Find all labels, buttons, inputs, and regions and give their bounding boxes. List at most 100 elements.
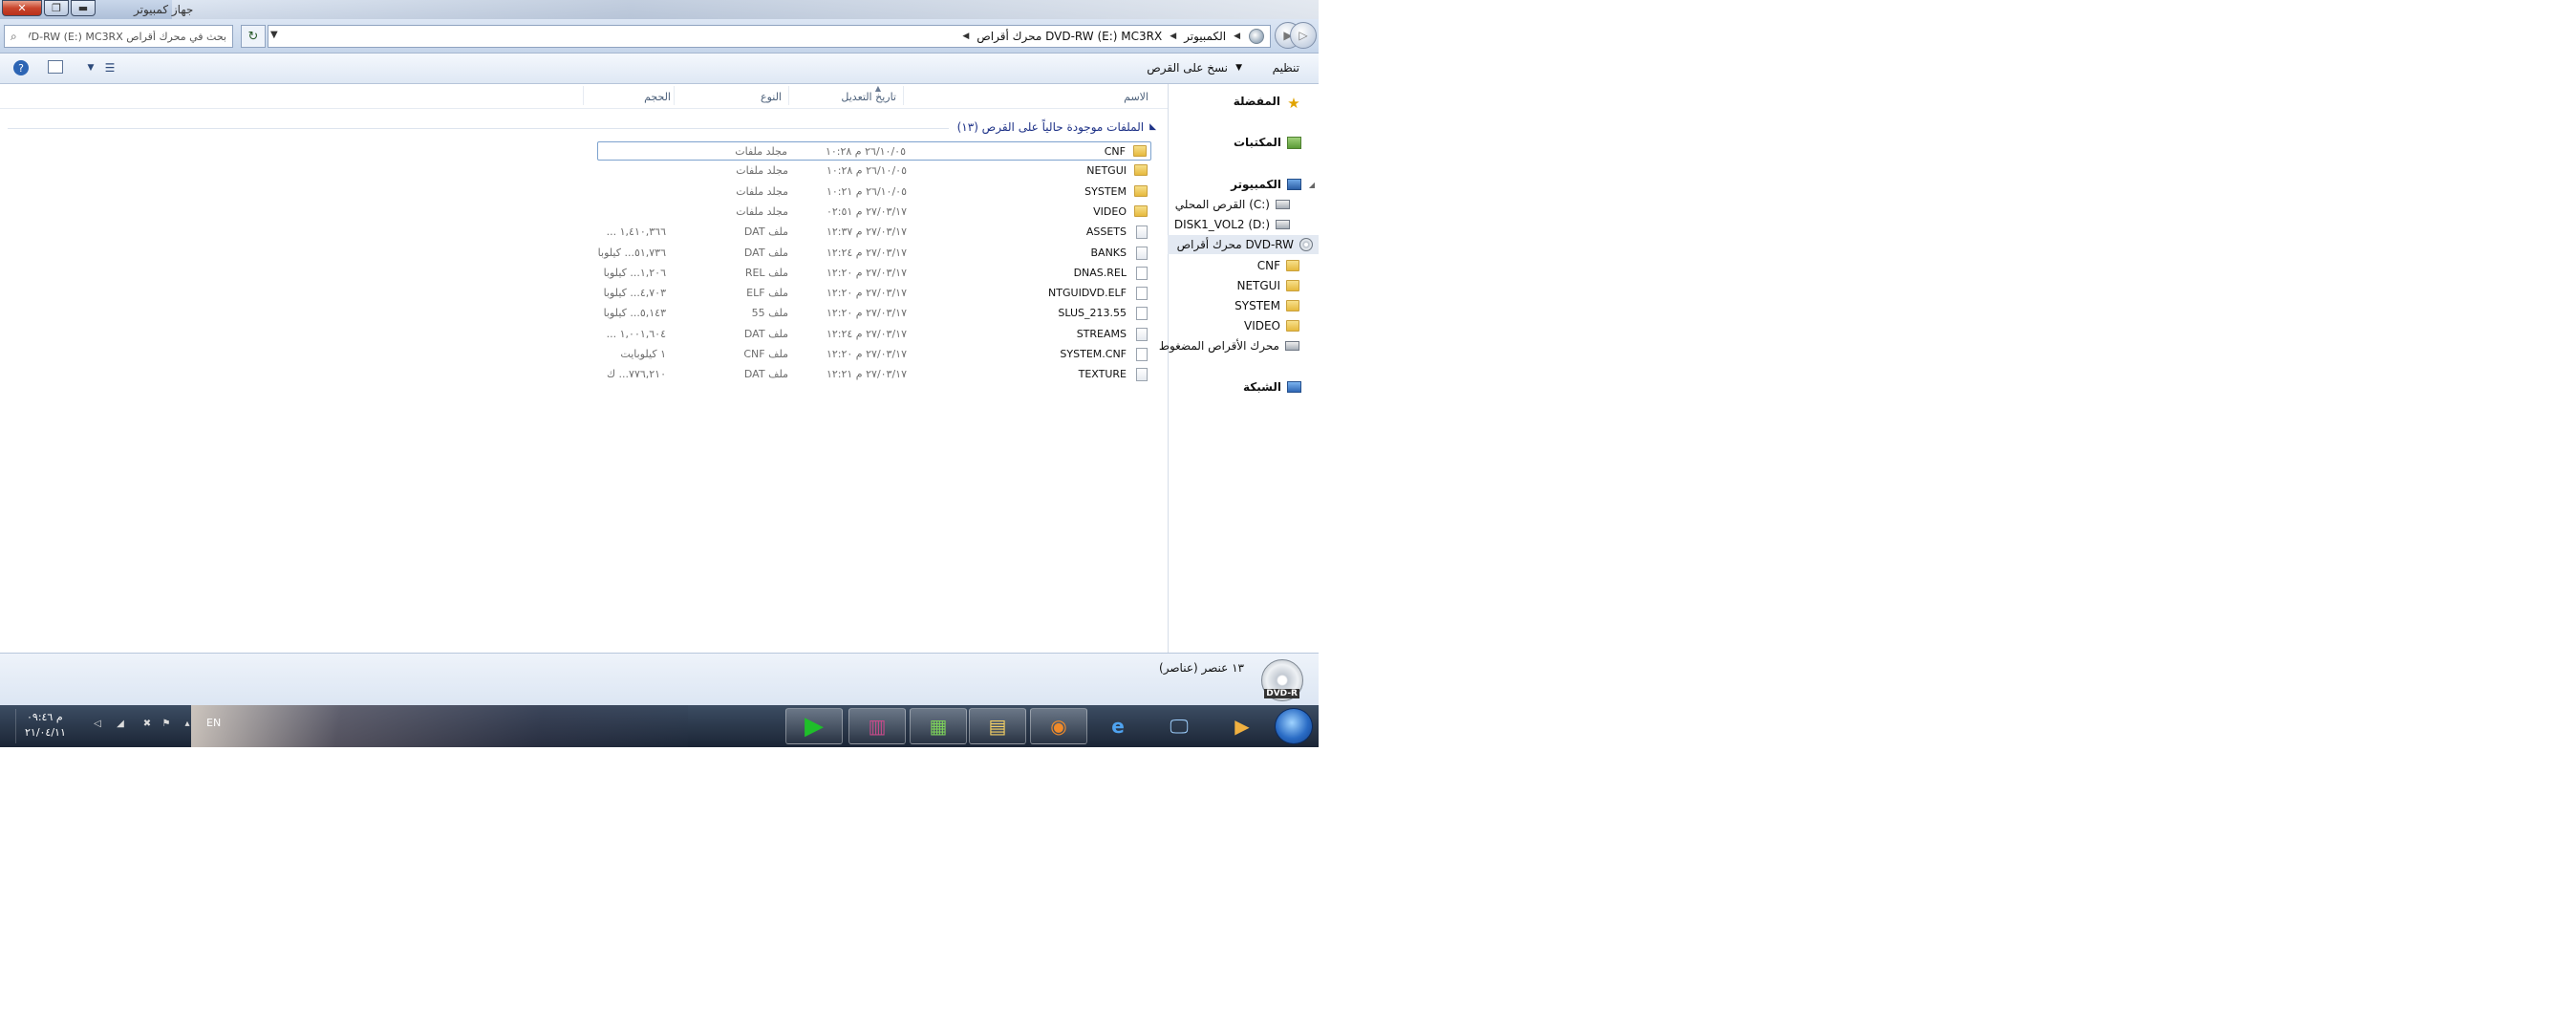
group-header[interactable]: الملفات موجودة حالياً على القرص (١٣) ◣ bbox=[957, 120, 1156, 134]
collapse-triangle-icon[interactable]: ◢ bbox=[1309, 181, 1315, 189]
nav-libraries[interactable]: المكتبات bbox=[1234, 133, 1319, 152]
nav-drive-c-label: القرص المحلي (C:) bbox=[1174, 198, 1270, 211]
column-divider[interactable] bbox=[674, 86, 675, 105]
address-bar[interactable]: ▼ ◀ محرك أقراص DVD-RW (E:) MC3RX ◀ الكمب… bbox=[268, 25, 1271, 48]
organize-button[interactable]: تنظيم bbox=[1273, 61, 1299, 75]
internet-explorer-taskbar-button[interactable]: e bbox=[1095, 708, 1141, 744]
back-button[interactable]: ▷ bbox=[1290, 22, 1317, 49]
file-row[interactable]: ASSETS ٢٧/٠٣/١٧ م ١٢:٣٧ ملف DAT ١,٤١٠,٣٦٦ .… bbox=[597, 223, 1151, 242]
network-status-icon[interactable]: ✖ bbox=[141, 719, 153, 730]
file-type: مجلد ملفات bbox=[736, 164, 788, 178]
nav-folder-label: SYSTEM bbox=[1234, 299, 1280, 312]
file-icon bbox=[1136, 348, 1148, 361]
dvd-drive-icon bbox=[1299, 238, 1313, 251]
nav-drive-c[interactable]: القرص المحلي (C:) bbox=[1175, 195, 1319, 214]
file-row[interactable]: TEXTURE ٢٧/٠٣/١٧ م ١٢:٢١ ملف DAT ٧٧٦,٢١٠...… bbox=[597, 365, 1151, 384]
breadcrumb-dvd-drive[interactable]: محرك أقراص DVD-RW (E:) MC3RX bbox=[977, 30, 1162, 43]
file-row[interactable]: BANKS ٢٧/٠٣/١٧ م ١٢:٢٤ ملف DAT ٥١,٧٣٦... كي… bbox=[597, 244, 1151, 263]
column-header-name[interactable]: الاسم bbox=[1124, 91, 1148, 103]
chevron-down-icon[interactable]: ▼ bbox=[1235, 63, 1242, 73]
action-center-icon[interactable]: ⚑ bbox=[161, 719, 172, 730]
file-row[interactable]: NETGUI ٢٦/١٠/٠٥ م ١٠:٢٨ مجلد ملفات bbox=[597, 161, 1151, 181]
start-button[interactable] bbox=[1275, 708, 1313, 744]
internet-explorer-icon: e bbox=[1111, 715, 1125, 738]
file-name: CNF bbox=[1104, 145, 1126, 158]
monitor-taskbar-button[interactable]: 🖵 bbox=[1156, 708, 1202, 744]
file-row[interactable]: SLUS_213.55 ٢٧/٠٣/١٧ م ١٢:٢٠ ملف 55 ٥,١٤٣..… bbox=[597, 304, 1151, 323]
media-player-taskbar-button[interactable]: ▶ bbox=[1219, 708, 1265, 744]
address-row: ⌕ بحث في محرك أقراص DVD-RW (E:) MC3RX ↻ … bbox=[0, 19, 1319, 54]
clock-time[interactable]: م ٠٩:٤٦ bbox=[27, 711, 63, 723]
command-bar: تنظيم ▼ نسخ على القرص ? ▼ ☰ bbox=[0, 54, 1319, 84]
file-size: ١,٠٠١,٦٠٤ ... bbox=[606, 327, 666, 340]
clock-date[interactable]: ٢١/٠٤/١١ bbox=[25, 726, 66, 739]
file-size: ١,٤١٠,٣٦٦ ... bbox=[606, 225, 666, 239]
close-icon: ✕ bbox=[17, 2, 27, 14]
file-row[interactable]: CNF ٢٦/١٠/٠٥ م ١٠:٢٨ مجلد ملفات bbox=[597, 141, 1151, 161]
folder-icon bbox=[1134, 184, 1148, 197]
play-taskbar-button[interactable]: ▶ bbox=[785, 708, 843, 744]
nav-compressed-drive[interactable]: محرك الأقراص المضغوط bbox=[1159, 336, 1319, 355]
file-row[interactable]: SYSTEM ٢٦/١٠/٠٥ م ١٠:٢١ مجلد ملفات bbox=[597, 182, 1151, 202]
file-type: ملف DAT bbox=[743, 246, 788, 259]
folder-icon bbox=[1286, 280, 1299, 291]
nav-folder-label: VIDEO bbox=[1243, 319, 1280, 333]
nav-network-label: الشبكة bbox=[1243, 380, 1281, 394]
minimize-button[interactable]: ▬ bbox=[71, 0, 96, 16]
file-row[interactable]: VIDEO ٢٧/٠٣/١٧ م ٠٢:٥١ مجلد ملفات bbox=[597, 203, 1151, 222]
nav-folder-label: CNF bbox=[1256, 259, 1280, 272]
preview-pane-icon[interactable] bbox=[48, 60, 63, 74]
search-input[interactable]: ⌕ بحث في محرك أقراص DVD-RW (E:) MC3RX bbox=[4, 25, 233, 48]
views-dropdown-icon[interactable]: ▼ bbox=[82, 60, 99, 75]
collapse-triangle-icon[interactable]: ◣ bbox=[1149, 122, 1156, 132]
views-icon[interactable]: ☰ bbox=[101, 60, 118, 75]
signal-icon[interactable]: ◢ bbox=[115, 719, 126, 730]
nav-folder-cnf[interactable]: CNF bbox=[1257, 256, 1319, 275]
nav-drive-d[interactable]: DISK1_VOL2 (D:) bbox=[1174, 215, 1319, 234]
folder-icon bbox=[1133, 145, 1147, 157]
file-row[interactable]: STREAMS ٢٧/٠٣/١٧ م ١٢:٢٤ ملف DAT ١,٠٠١,٦٠٤ … bbox=[597, 325, 1151, 344]
nav-computer[interactable]: الكمبيوتر ◢ bbox=[1231, 175, 1319, 194]
column-divider[interactable] bbox=[583, 86, 584, 105]
nav-favorites[interactable]: المفضلة ★ bbox=[1234, 92, 1319, 112]
volume-icon[interactable]: ◁ bbox=[92, 719, 103, 730]
column-divider[interactable] bbox=[903, 86, 904, 105]
winrar-taskbar-button[interactable]: ▥ bbox=[848, 708, 906, 744]
firefox-taskbar-button[interactable]: ◉ bbox=[1030, 708, 1087, 744]
chevron-left-icon[interactable]: ◀ bbox=[962, 32, 969, 41]
file-row[interactable]: DNAS.REL ٢٧/٠٣/١٧ م ١٢:٢٠ ملف REL ١,٢٠٦... … bbox=[597, 264, 1151, 283]
file-size: ٧٧٦,٢١٠... ك bbox=[606, 368, 666, 381]
file-row[interactable]: NTGUIDVD.ELF ٢٧/٠٣/١٧ م ١٢:٢٠ ملف ELF ٤,٧٠٣… bbox=[597, 284, 1151, 303]
nav-drive-e[interactable]: محرك أقراص DVD-RW bbox=[1168, 235, 1319, 254]
window-title: جهاز كمبيوتر bbox=[134, 3, 194, 16]
file-date: ٢٧/٠٣/١٧ م ١٢:٣٧ bbox=[826, 225, 907, 239]
nav-folder-system[interactable]: SYSTEM bbox=[1234, 296, 1319, 315]
file-type: ملف ELF bbox=[746, 287, 788, 300]
column-header-type[interactable]: النوع bbox=[761, 91, 782, 103]
chevron-left-icon[interactable]: ◀ bbox=[1170, 32, 1176, 41]
file-icon bbox=[1136, 287, 1148, 301]
breadcrumb-computer[interactable]: الكمبيوتر bbox=[1184, 30, 1226, 43]
nav-folder-netgui[interactable]: NETGUI bbox=[1236, 276, 1319, 295]
column-divider[interactable] bbox=[788, 86, 789, 105]
nav-network[interactable]: الشبكة bbox=[1243, 377, 1319, 397]
maximize-button[interactable]: ❐ bbox=[44, 0, 69, 16]
file-name: SLUS_213.55 bbox=[1058, 307, 1127, 320]
file-row[interactable]: SYSTEM.CNF ٢٧/٠٣/١٧ م ١٢:٢٠ ملف CNF ١ كيلوب… bbox=[597, 345, 1151, 364]
explorer-taskbar-button[interactable]: ▤ bbox=[969, 708, 1026, 744]
refresh-button[interactable]: ↻ bbox=[241, 25, 266, 48]
address-dropdown-icon[interactable]: ▼ bbox=[270, 30, 278, 40]
language-indicator[interactable]: EN bbox=[206, 717, 221, 729]
file-date: ٢٧/٠٣/١٧ م ١٢:٢١ bbox=[826, 368, 907, 381]
burn-to-disc-button[interactable]: نسخ على القرص bbox=[1147, 61, 1228, 75]
file-type: ملف REL bbox=[744, 266, 788, 279]
nav-folder-video[interactable]: VIDEO bbox=[1244, 316, 1319, 335]
chevron-left-icon[interactable]: ◀ bbox=[1234, 32, 1240, 41]
close-button[interactable]: ✕ bbox=[2, 0, 42, 16]
network-app-taskbar-button[interactable]: ▦ bbox=[910, 708, 967, 744]
folder-icon: ▤ bbox=[988, 715, 1007, 738]
tray-arrow-icon[interactable]: ▴ bbox=[182, 719, 193, 730]
column-header-size[interactable]: الحجم bbox=[644, 91, 671, 103]
column-header-date[interactable]: تاريخ التعديل bbox=[841, 91, 896, 103]
help-icon[interactable]: ? bbox=[13, 60, 29, 75]
